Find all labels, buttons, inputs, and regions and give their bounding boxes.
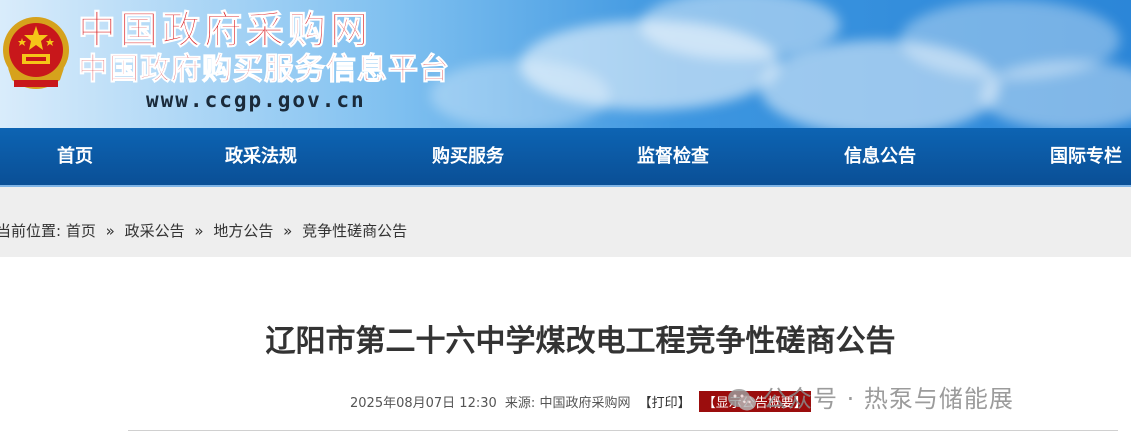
breadcrumb: 当前位置: 首页 » 政采公告 » 地方公告 » 竞争性磋商公告 (0, 220, 407, 241)
divider (128, 430, 1118, 431)
nav-item-announcements[interactable]: 信息公告 (844, 128, 916, 185)
breadcrumb-bar: 当前位置: 首页 » 政采公告 » 地方公告 » 竞争性磋商公告 (0, 187, 1131, 257)
watermark: 公众号 · 热泵与储能展 (727, 379, 1014, 414)
nav-item-supervision[interactable]: 监督检查 (637, 128, 709, 185)
nav-item-purchase-services[interactable]: 购买服务 (432, 128, 504, 185)
breadcrumb-prefix: 当前位置: (0, 222, 62, 240)
main-nav: 首页 政采法规 购买服务 监督检查 信息公告 国际专栏 (0, 128, 1131, 187)
site-subtitle: 中国政府购买服务信息平台 (78, 52, 450, 88)
site-title[interactable]: 中国政府采购网 (77, 8, 372, 53)
source-label: 来源: (504, 396, 536, 411)
breadcrumb-separator: » (105, 222, 115, 240)
breadcrumb-separator: » (194, 222, 204, 240)
nav-item-home[interactable]: 首页 (57, 128, 93, 185)
watermark-text: 公众号 · 热泵与储能展 (763, 385, 1014, 413)
breadcrumb-local-link[interactable]: 地方公告 (213, 222, 273, 240)
source-name: 中国政府采购网 (539, 396, 631, 411)
print-link[interactable]: 【打印】 (639, 396, 691, 411)
header-banner: 中国政府采购网 中国政府购买服务信息平台 www.ccgp.gov.cn (0, 0, 1131, 128)
national-emblem-icon (3, 17, 69, 89)
wechat-icon (728, 389, 756, 411)
breadcrumb-separator: » (283, 222, 293, 240)
nav-item-international[interactable]: 国际专栏 (1050, 128, 1122, 185)
nav-item-regulations[interactable]: 政采法规 (225, 128, 297, 185)
breadcrumb-announcements-link[interactable]: 政采公告 (125, 222, 185, 240)
publish-datetime: 2025年08月07日 12:30 (350, 396, 497, 411)
cloud-decoration (430, 60, 610, 128)
breadcrumb-home-link[interactable]: 首页 (66, 222, 96, 240)
site-url: www.ccgp.gov.cn (146, 88, 366, 112)
article-title: 辽阳市第二十六中学煤改电工程竞争性磋商公告 (265, 324, 896, 359)
breadcrumb-consultation-link[interactable]: 竞争性磋商公告 (302, 222, 407, 240)
